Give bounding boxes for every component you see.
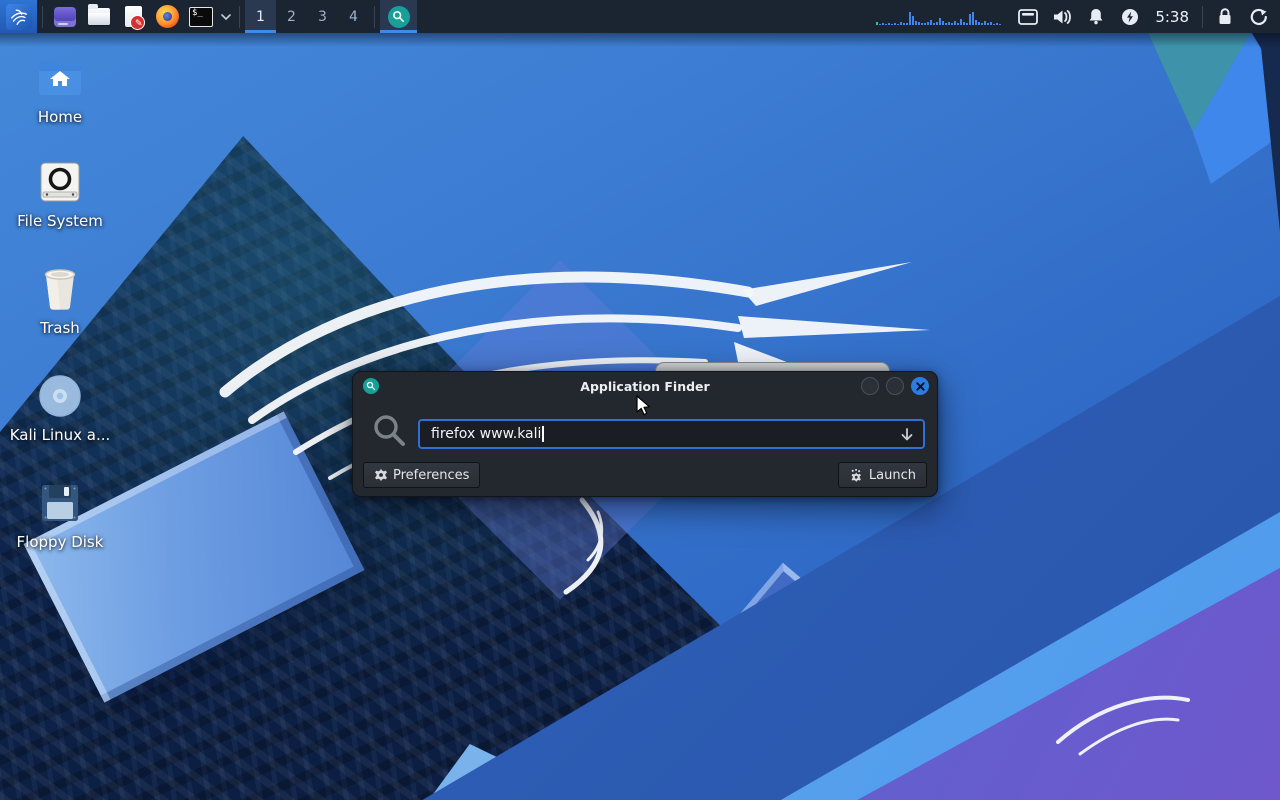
tray-notifications-button[interactable]: [1079, 0, 1113, 33]
application-finder-window: Application Finder firefox www.kali: [352, 371, 938, 497]
desktop-icon-label: Kali Linux a...: [10, 427, 111, 444]
button-row: Preferences Launch: [353, 462, 937, 488]
hard-drive-icon: [36, 158, 84, 206]
launcher-terminal[interactable]: $_: [184, 0, 218, 33]
panel-separator: [42, 6, 43, 28]
lock-icon: [1217, 8, 1233, 25]
logout-button[interactable]: [1242, 0, 1276, 33]
power-icon: [1121, 8, 1139, 26]
top-panel: $_ 1 2 3 4: [0, 0, 1280, 33]
desktop-icon-kali-linux[interactable]: Kali Linux a...: [12, 372, 108, 444]
launcher-dropdown-button[interactable]: [218, 0, 234, 33]
home-folder-icon: [36, 54, 84, 102]
panel-separator: [374, 6, 375, 28]
workspace-button-4[interactable]: 4: [338, 0, 369, 33]
search-input[interactable]: firefox www.kali: [418, 419, 925, 449]
network-graph[interactable]: [876, 9, 1001, 25]
terminal-icon: $_: [189, 7, 213, 27]
launch-gear-icon: [849, 468, 864, 483]
applications-menu-button[interactable]: [0, 0, 37, 33]
close-button[interactable]: [911, 377, 929, 395]
desktop-icon-file-system[interactable]: File System: [12, 158, 108, 230]
panel-shadow: [0, 33, 1280, 47]
preferences-label: Preferences: [393, 468, 469, 483]
bell-icon: [1088, 8, 1104, 25]
app-finder-titlebar-icon: [363, 378, 379, 394]
optical-disc-icon: [36, 372, 84, 420]
desktop-icon-label: Trash: [40, 320, 80, 337]
desktop-icon-label: Home: [38, 109, 82, 126]
display-icon: [1018, 9, 1038, 25]
launcher-firefox[interactable]: [150, 0, 184, 33]
app-finder-search-icon: [388, 6, 410, 28]
gear-icon: [374, 468, 388, 482]
tray-display-button[interactable]: [1011, 0, 1045, 33]
panel-separator: [1202, 6, 1203, 28]
trash-icon: [36, 265, 84, 313]
search-input-value: firefox www.kali: [431, 426, 541, 442]
lock-screen-button[interactable]: [1208, 0, 1242, 33]
kali-dragon-icon: [6, 4, 32, 30]
taskbar-app-finder-button[interactable]: [380, 0, 417, 33]
workspace-button-1[interactable]: 1: [245, 0, 276, 33]
desktop-icon-trash[interactable]: Trash: [12, 265, 108, 337]
preferences-button[interactable]: Preferences: [363, 462, 480, 488]
panel-separator: [239, 6, 240, 28]
floppy-disk-icon: [36, 479, 84, 527]
window-controls: [861, 377, 929, 395]
firefox-icon: [156, 5, 179, 28]
workspace-button-3[interactable]: 3: [307, 0, 338, 33]
launcher-window-manager[interactable]: [48, 0, 82, 33]
minimize-button[interactable]: [861, 377, 879, 395]
desktop-icon-label: Floppy Disk: [17, 534, 104, 551]
tray-volume-button[interactable]: [1045, 0, 1079, 33]
launch-label: Launch: [869, 468, 916, 483]
logout-icon: [1250, 8, 1268, 26]
titlebar[interactable]: Application Finder: [353, 372, 937, 400]
maximize-button[interactable]: [886, 377, 904, 395]
file-manager-icon: [88, 8, 110, 25]
chevron-down-icon: [221, 14, 231, 20]
desktop-icon-floppy-disk[interactable]: Floppy Disk: [12, 479, 108, 551]
dropdown-arrow-icon[interactable]: [899, 426, 915, 444]
close-icon: [916, 382, 925, 391]
launcher-file-manager[interactable]: [82, 0, 116, 33]
desktop-icon-home[interactable]: Home: [12, 54, 108, 126]
text-editor-icon: [125, 6, 142, 27]
text-caret: [542, 426, 544, 442]
launcher-text-editor[interactable]: [116, 0, 150, 33]
launch-button[interactable]: Launch: [838, 462, 927, 488]
volume-icon: [1053, 9, 1072, 25]
clock[interactable]: 5:38: [1147, 8, 1197, 26]
window-manager-icon: [54, 7, 76, 27]
workspace-button-2[interactable]: 2: [276, 0, 307, 33]
tray-power-manager-button[interactable]: [1113, 0, 1147, 33]
window-title: Application Finder: [353, 379, 937, 394]
desktop-icon-label: File System: [17, 213, 103, 230]
search-icon: [371, 412, 409, 450]
